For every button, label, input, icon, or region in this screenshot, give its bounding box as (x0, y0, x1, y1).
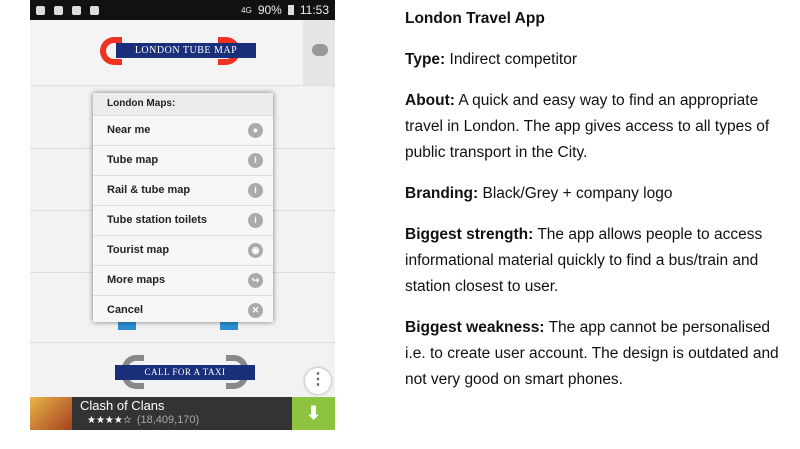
menu-item-rail-tube-map[interactable]: Rail & tube map i (93, 176, 273, 206)
ad-rating: ★★★★☆ (18,409,170) (87, 414, 199, 426)
ad-banner[interactable]: Clash of Clans ★★★★☆ (18,409,170) ⬇ (30, 397, 335, 430)
download-icon: ⬇ (305, 403, 322, 423)
menu-item-cancel[interactable]: Cancel ✕ (93, 296, 273, 325)
download-button[interactable]: ⬇ (292, 397, 335, 430)
info-icon: i (248, 213, 263, 228)
about-value: A quick and easy way to find an appropri… (405, 92, 770, 161)
menu-button[interactable] (303, 20, 335, 85)
network-label: 4G (241, 5, 252, 15)
type-value: Indirect competitor (445, 51, 578, 68)
star-icons: ★★★★☆ (87, 415, 132, 426)
menu-item-tourist-map[interactable]: Tourist map ◉ (93, 236, 273, 266)
list-icon (312, 44, 328, 56)
app-header: LONDON TUBE MAP (30, 20, 303, 85)
menu-item-tube-station-toilets[interactable]: Tube station toilets i (93, 206, 273, 236)
battery-level: 90% (257, 3, 282, 17)
notes-title: London Travel App (405, 10, 545, 27)
menu-item-near-me[interactable]: Near me ● (93, 116, 273, 146)
info-icon: i (248, 153, 263, 168)
status-bar: 4G 90% 11:53 (30, 0, 335, 20)
london-tube-map-logo[interactable]: LONDON TUBE MAP (90, 37, 256, 71)
branding-value: Black/Grey + company logo (478, 185, 673, 202)
competitor-notes: London Travel App Type: Indirect competi… (405, 10, 779, 388)
call-taxi-logo[interactable]: CALL FOR A TAXI (110, 355, 260, 389)
phone-screenshot: 4G 90% 11:53 LONDON TUBE MAP London Maps… (30, 0, 335, 430)
share-icon: ↪ (248, 273, 263, 288)
game-icon (30, 397, 72, 430)
menu-item-tube-map[interactable]: Tube map i (93, 146, 273, 176)
clock: 11:53 (299, 3, 329, 17)
location-pin-icon: ● (248, 123, 263, 138)
london-maps-dialog: London Maps: Near me ● Tube map i Rail & t… (93, 93, 273, 322)
ad-title: Clash of Clans (80, 398, 165, 413)
menu-item-more-maps[interactable]: More maps ↪ (93, 266, 273, 296)
info-icon: i (248, 183, 263, 198)
close-icon: ✕ (248, 303, 263, 318)
rating-count: (18,409,170) (136, 414, 200, 426)
eye-icon: ◉ (248, 243, 263, 258)
notification-icons (36, 5, 99, 15)
more-options-button[interactable]: ⋮ (305, 368, 331, 394)
battery-icon (287, 5, 294, 15)
dialog-title: London Maps: (93, 93, 273, 116)
